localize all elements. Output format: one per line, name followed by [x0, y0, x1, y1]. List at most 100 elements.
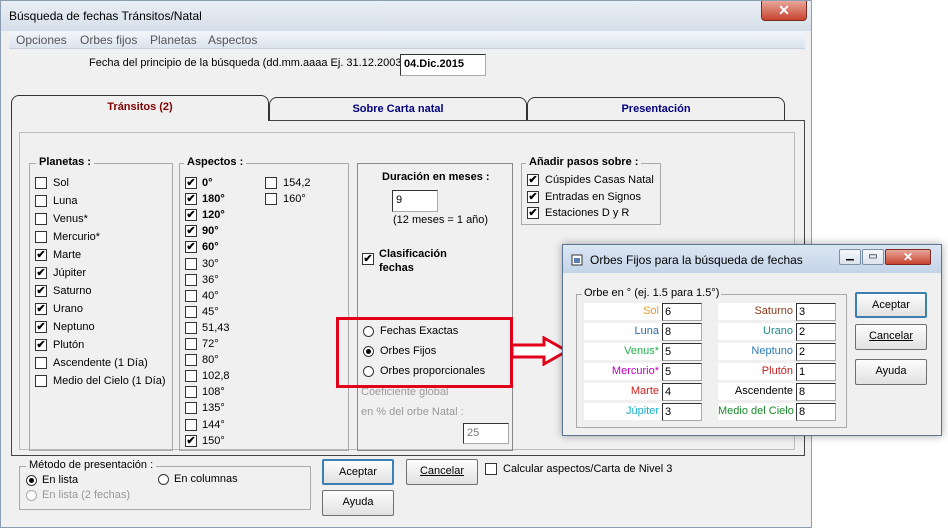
planeta-label: Urano: [53, 303, 83, 315]
aspecto-checkbox[interactable]: ✔: [185, 241, 197, 254]
planeta-checkbox[interactable]: [35, 357, 47, 369]
menu-opciones[interactable]: Opciones: [16, 33, 67, 47]
duracion-input[interactable]: 9: [392, 190, 438, 212]
aspecto-checkbox[interactable]: [185, 273, 197, 286]
minimize-icon[interactable]: ▁: [839, 249, 861, 265]
metodo-radio-en-columnas[interactable]: [158, 474, 169, 485]
planeta-label: Júpiter: [53, 267, 87, 279]
aspecto-checkbox[interactable]: [185, 257, 197, 270]
tab-sobre-carta-natal[interactable]: Sobre Carta natal: [269, 97, 527, 121]
planeta-label: Neptuno: [53, 321, 95, 333]
ayuda-button[interactable]: Ayuda: [322, 490, 394, 516]
tab-presentacion[interactable]: Presentación: [527, 97, 785, 121]
dialog-aceptar-button[interactable]: Aceptar: [855, 292, 927, 318]
planetas-title: Planetas :: [36, 156, 94, 168]
nivel3-checkbox[interactable]: [485, 463, 497, 475]
menu-orbes-fijos[interactable]: Orbes fijos: [80, 33, 137, 47]
aspecto-checkbox[interactable]: ✔: [185, 193, 197, 206]
coef-label-2: en % del orbe Natal :: [361, 406, 464, 418]
orbe-value-input[interactable]: 5: [662, 363, 702, 381]
aspecto-label: 40°: [202, 289, 219, 302]
close-button[interactable]: ✕: [761, 1, 807, 21]
metodo-radio-en-lista[interactable]: [26, 475, 37, 486]
menu-planetas[interactable]: Planetas: [150, 33, 197, 47]
aspecto-checkbox[interactable]: ✔: [185, 177, 197, 189]
clasificacion-label: Clasificación fechas: [379, 248, 447, 274]
aspecto-label: 72°: [202, 338, 219, 350]
anadir-checkbox[interactable]: ✔: [527, 207, 539, 219]
anadir-title: Añadir pasos sobre :: [526, 156, 642, 168]
aspecto-checkbox[interactable]: ✔: [185, 225, 197, 238]
planeta-checkbox[interactable]: ✔: [35, 249, 47, 261]
coef-input[interactable]: 25: [463, 423, 509, 444]
aspecto-checkbox[interactable]: ✔: [185, 434, 197, 447]
planeta-checkbox[interactable]: ✔: [35, 303, 47, 315]
planeta-checkbox[interactable]: [35, 375, 47, 387]
aspecto-checkbox[interactable]: [185, 305, 197, 318]
anadir-checkbox[interactable]: ✔: [527, 190, 539, 203]
aspecto-label: 102,8: [202, 370, 230, 383]
orbe-value-input[interactable]: 6: [662, 303, 702, 321]
orbe-planet-label: Luna: [584, 323, 662, 340]
dialog-ayuda-button[interactable]: Ayuda: [855, 359, 927, 385]
dialog-cancelar-button[interactable]: Cancelar: [855, 324, 927, 350]
aspecto-checkbox[interactable]: [265, 193, 277, 205]
planeta-checkbox[interactable]: [35, 177, 47, 189]
orbe-value-input[interactable]: 5: [662, 343, 702, 361]
planeta-checkbox[interactable]: ✔: [35, 267, 47, 279]
orbe-value-input[interactable]: 8: [662, 323, 702, 341]
aspecto-label: 160°: [283, 193, 306, 205]
aspecto-checkbox[interactable]: ✔: [185, 209, 197, 222]
aspecto-checkbox[interactable]: [185, 386, 197, 399]
aspecto-checkbox[interactable]: [185, 418, 197, 431]
planeta-checkbox[interactable]: ✔: [35, 285, 47, 297]
orbe-planet-label: Urano: [718, 323, 796, 340]
metodo-title: Método de presentación :: [26, 459, 157, 471]
duracion-note: (12 meses = 1 año): [393, 214, 489, 226]
dialog-close-icon[interactable]: ✕: [885, 249, 931, 265]
aspecto-checkbox[interactable]: [185, 370, 197, 383]
aspecto-label: 30°: [202, 257, 219, 270]
orbe-value-input[interactable]: 1: [796, 363, 836, 381]
cancelar-button[interactable]: Cancelar: [406, 459, 478, 485]
orbe-value-input[interactable]: 2: [796, 323, 836, 341]
tab-transitos[interactable]: Tránsitos (2): [11, 95, 269, 121]
clasificacion-checkbox[interactable]: ✔: [362, 253, 374, 265]
maximize-icon[interactable]: ▭: [862, 249, 884, 265]
planeta-checkbox[interactable]: [35, 213, 47, 225]
orbe-value-input[interactable]: 8: [796, 383, 836, 401]
orbe-planet-label: Marte: [584, 383, 662, 400]
aspecto-checkbox[interactable]: [185, 321, 197, 334]
planeta-checkbox[interactable]: ✔: [35, 321, 47, 333]
aspecto-label: 45°: [202, 305, 219, 318]
metodo-radio-en-lista-2-fechas[interactable]: [26, 490, 37, 501]
orbe-value-input[interactable]: 8: [796, 403, 836, 421]
orbe-planet-label: Mercurio*: [584, 363, 662, 380]
aspecto-label: 144°: [202, 418, 225, 431]
planeta-checkbox[interactable]: [35, 195, 47, 207]
aspecto-checkbox[interactable]: [185, 289, 197, 302]
anadir-checkbox[interactable]: ✔: [527, 174, 539, 186]
red-arrow-icon: [510, 336, 570, 366]
aspecto-checkbox[interactable]: [185, 354, 197, 367]
title-bar[interactable]: Búsqueda de fechas Tránsitos/Natal: [1, 1, 811, 31]
aspecto-checkbox[interactable]: [265, 177, 277, 189]
orbe-value-input[interactable]: 3: [796, 303, 836, 321]
aceptar-button[interactable]: Aceptar: [322, 459, 394, 485]
start-date-input[interactable]: 04.Dic.2015: [400, 54, 486, 76]
aspecto-checkbox[interactable]: [185, 402, 197, 415]
aspectos-title: Aspectos :: [184, 156, 247, 168]
orbe-planet-label: Neptuno: [718, 343, 796, 360]
aspecto-label: 180°: [202, 193, 225, 206]
orbe-value-input[interactable]: 2: [796, 343, 836, 361]
orbe-value-input[interactable]: 4: [662, 383, 702, 401]
menu-aspectos[interactable]: Aspectos: [208, 33, 257, 47]
planeta-checkbox[interactable]: ✔: [35, 339, 47, 351]
cancelar-label: Cancelar: [419, 465, 465, 477]
dialog-title: Orbes Fijos para la búsqueda de fechas: [590, 253, 803, 267]
planeta-label: Mercurio*: [53, 231, 101, 243]
planeta-checkbox[interactable]: [35, 231, 47, 243]
orbe-planet-label: Medio del Cielo: [718, 403, 796, 420]
aspecto-checkbox[interactable]: [185, 338, 197, 350]
orbe-value-input[interactable]: 3: [662, 403, 702, 421]
